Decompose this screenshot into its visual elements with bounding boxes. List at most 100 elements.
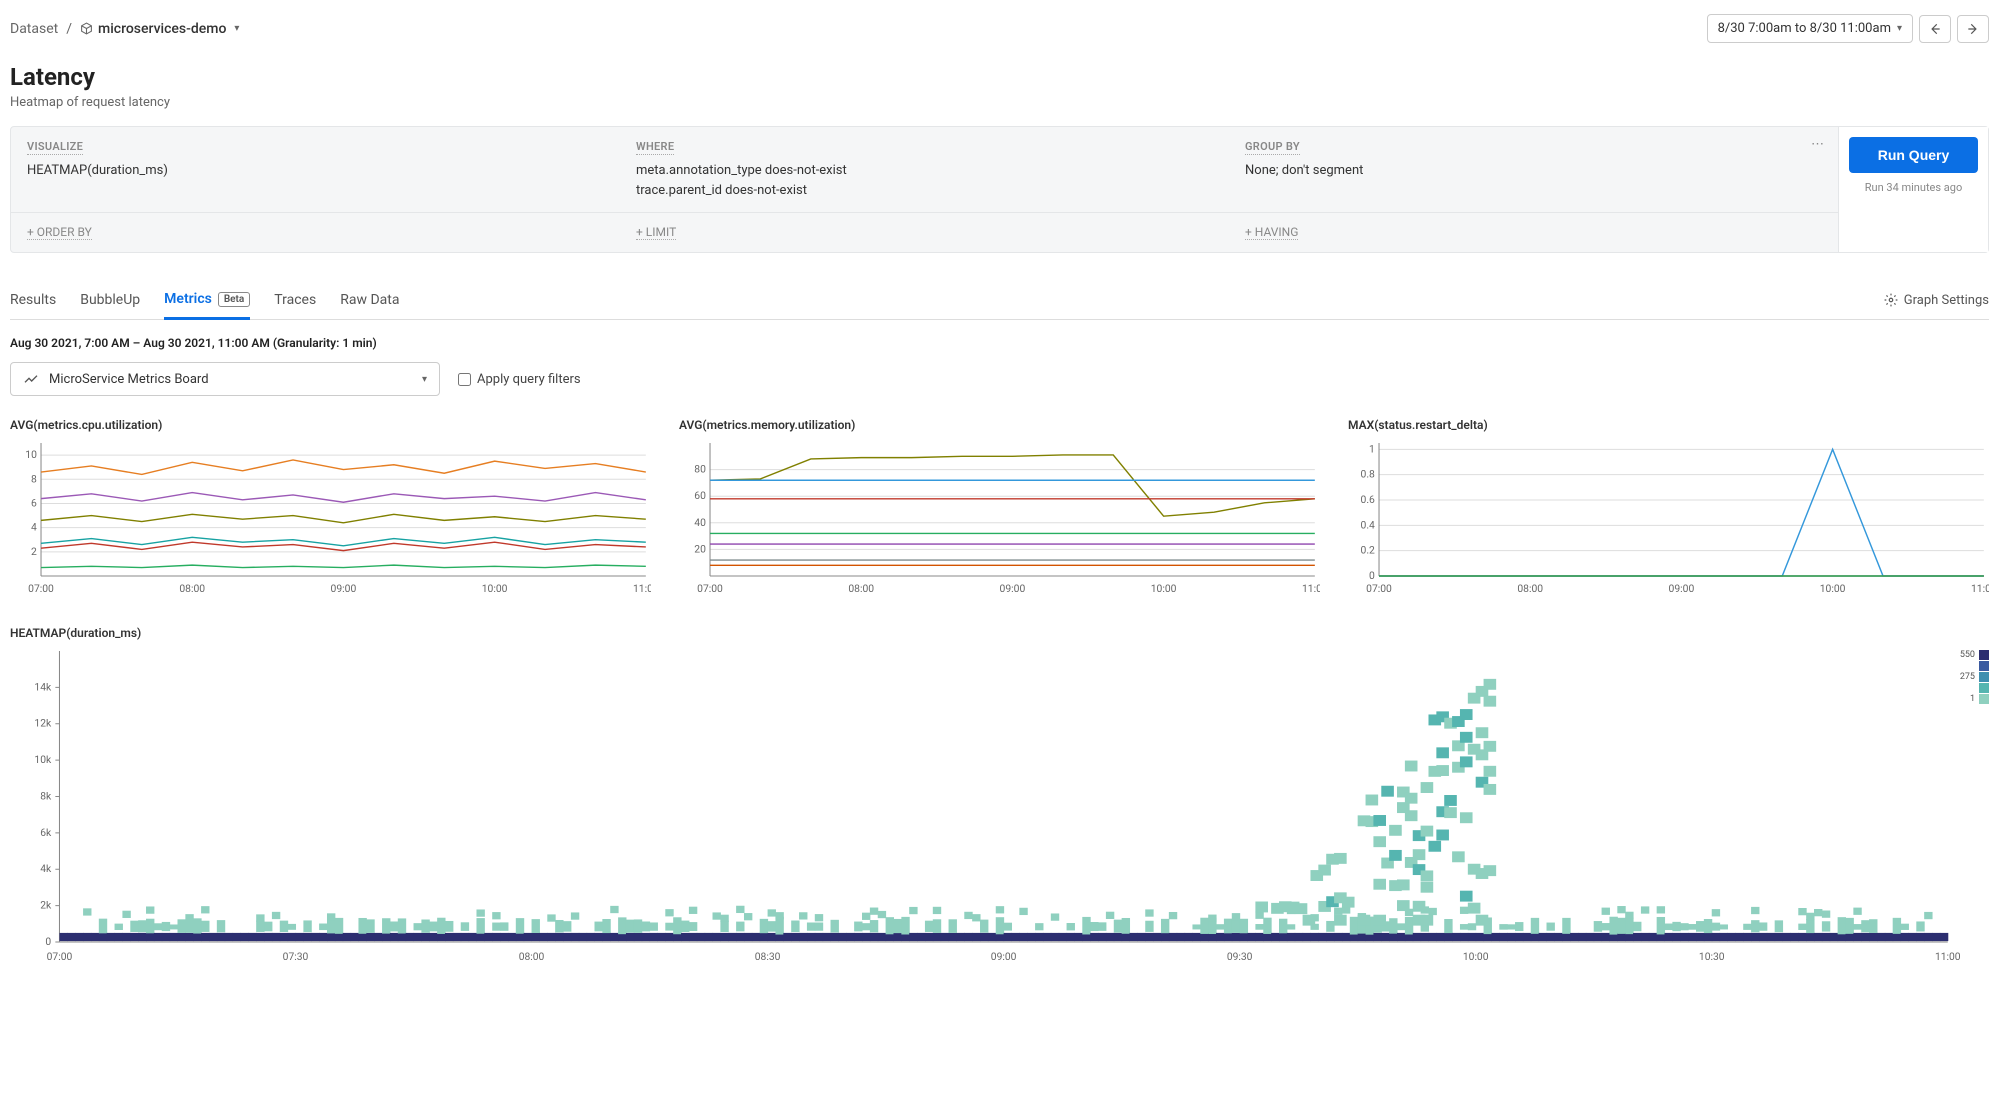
svg-text:08:00: 08:00 [1517,584,1543,595]
query-builder: VISUALIZE HEATMAP(duration_ms) WHERE met… [10,126,1989,253]
svg-text:09:00: 09:00 [331,584,357,595]
time-next-button[interactable] [1957,15,1989,43]
tab-rawdata[interactable]: Raw Data [340,281,399,319]
arrow-left-icon [1928,22,1942,36]
breadcrumb-root[interactable]: Dataset [10,21,58,37]
chevron-down-icon: ▾ [1897,23,1902,34]
svg-text:07:00: 07:00 [28,584,54,595]
svg-text:10: 10 [25,450,37,461]
limit-cell[interactable]: + LIMIT [620,213,1229,252]
svg-text:2k: 2k [40,901,52,912]
visualize-cell[interactable]: VISUALIZE HEATMAP(duration_ms) [11,127,620,212]
svg-text:80: 80 [694,465,706,476]
where-value-2: trace.parent_id does-not-exist [636,181,1213,201]
svg-text:12k: 12k [34,719,52,730]
heatmap-legend: 550 275 1 [1960,650,1989,705]
where-label: WHERE [636,140,674,155]
orderby-link[interactable]: + ORDER BY [27,225,92,240]
groupby-cell[interactable]: GROUP BY None; don't segment ⋯ [1229,127,1838,212]
svg-text:07:00: 07:00 [1366,584,1392,595]
beta-badge: Beta [218,292,250,307]
chart-title: AVG(metrics.cpu.utilization) [10,418,651,432]
chevron-down-icon: ▾ [422,374,427,385]
visualize-value: HEATMAP(duration_ms) [27,161,604,181]
svg-text:4: 4 [31,523,37,534]
line-chart-icon [23,371,39,387]
svg-text:4k: 4k [40,864,52,875]
legend-max: 550 [1960,650,1975,660]
orderby-cell[interactable]: + ORDER BY [11,213,620,252]
groupby-value: None; don't segment [1245,161,1822,181]
time-prev-button[interactable] [1919,15,1951,43]
svg-text:08:00: 08:00 [519,952,545,963]
chart-memory-svg[interactable]: 2040608007:0008:0009:0010:0011:00 [679,438,1320,598]
svg-text:20: 20 [694,545,706,556]
chart-cpu: AVG(metrics.cpu.utilization) 2 4 6 8 10 07:00… [10,418,651,598]
svg-text:6k: 6k [40,828,52,839]
chart-restarts-svg[interactable]: 00.20.40.60.8107:0008:0009:0010:0011:00 [1348,438,1989,598]
svg-text:10:00: 10:00 [1820,584,1846,595]
chart-heatmap-svg[interactable]: 02k4k6k8k10k12k14k07:0007:3008:0008:3009… [10,646,1989,966]
svg-text:11:00: 11:00 [1971,584,1989,595]
chart-heatmap: HEATMAP(duration_ms) 02k4k6k8k10k12k14k0… [10,626,1989,966]
chart-cpu-svg[interactable]: 24681007:0008:0009:0010:0011:00 [10,438,651,598]
having-cell[interactable]: + HAVING [1229,213,1838,252]
svg-text:2: 2 [31,547,37,558]
page-subtitle: Heatmap of request latency [10,95,1989,110]
tab-metrics-label: Metrics [164,291,212,307]
breadcrumb: Dataset / microservices-demo ▾ [10,21,239,37]
having-link[interactable]: + HAVING [1245,225,1298,240]
svg-text:1: 1 [1369,444,1375,455]
svg-text:0.6: 0.6 [1361,495,1376,506]
board-select[interactable]: MicroService Metrics Board ▾ [10,362,440,396]
svg-text:08:00: 08:00 [179,584,205,595]
cube-icon [80,22,93,35]
svg-text:6: 6 [31,499,37,510]
svg-text:07:00: 07:00 [697,584,723,595]
tab-metrics[interactable]: Metrics Beta [164,281,250,320]
apply-filters-checkbox[interactable]: Apply query filters [458,372,581,387]
svg-text:8k: 8k [40,792,52,803]
more-menu-icon[interactable]: ⋯ [1811,137,1826,152]
svg-text:14k: 14k [34,682,52,693]
arrow-right-icon [1966,22,1980,36]
run-query-button[interactable]: Run Query [1849,137,1978,173]
svg-text:0.4: 0.4 [1361,520,1376,531]
svg-text:08:30: 08:30 [755,952,781,963]
limit-link[interactable]: + LIMIT [636,225,676,240]
svg-text:09:30: 09:30 [1227,952,1253,963]
chart-memory: AVG(metrics.memory.utilization) 20406080… [679,418,1320,598]
breadcrumb-dataset[interactable]: microservices-demo [80,21,226,37]
visualize-label: VISUALIZE [27,140,83,155]
breadcrumb-dataset-name: microservices-demo [98,21,226,37]
where-cell[interactable]: WHERE meta.annotation_type does-not-exis… [620,127,1229,212]
svg-text:0: 0 [45,937,51,948]
where-value-1: meta.annotation_type does-not-exist [636,161,1213,181]
board-select-label: MicroService Metrics Board [49,372,209,387]
page-title: Latency [10,63,1989,91]
apply-filters-input[interactable] [458,373,471,386]
graph-settings-label: Graph Settings [1904,293,1989,308]
svg-text:0.2: 0.2 [1361,546,1376,557]
svg-text:8: 8 [31,474,37,485]
tab-traces[interactable]: Traces [274,281,316,319]
time-meta: Aug 30 2021, 7:00 AM – Aug 30 2021, 11:0… [10,336,1989,350]
time-range-picker[interactable]: 8/30 7:00am to 8/30 11:00am ▾ [1707,14,1913,43]
svg-text:11:00: 11:00 [1302,584,1320,595]
svg-text:0: 0 [1369,571,1375,582]
apply-filters-label: Apply query filters [477,372,581,387]
svg-text:09:00: 09:00 [991,952,1017,963]
tab-results[interactable]: Results [10,281,56,319]
gear-icon [1884,293,1898,307]
tab-bubbleup[interactable]: BubbleUp [80,281,140,319]
svg-text:60: 60 [694,491,706,502]
chevron-down-icon[interactable]: ▾ [234,23,239,34]
svg-text:11:00: 11:00 [633,584,651,595]
graph-settings-button[interactable]: Graph Settings [1884,293,1989,308]
svg-text:10k: 10k [34,755,52,766]
chart-title: AVG(metrics.memory.utilization) [679,418,1320,432]
svg-text:0.8: 0.8 [1361,470,1376,481]
legend-min: 1 [1970,694,1975,704]
svg-text:08:00: 08:00 [848,584,874,595]
time-range-label: 8/30 7:00am to 8/30 11:00am [1718,21,1891,36]
